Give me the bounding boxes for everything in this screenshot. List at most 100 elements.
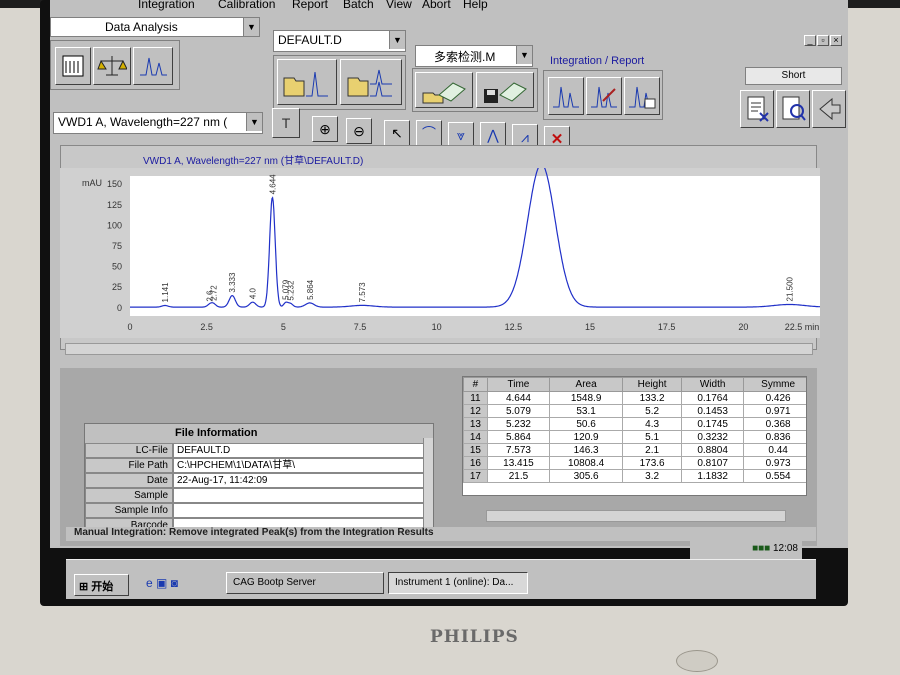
table-row[interactable]: 11 4.644 1548.9 133.2 0.1764 0.426 xyxy=(463,391,806,405)
column-header[interactable]: Time xyxy=(486,377,551,392)
report-style-field[interactable]: Short xyxy=(745,67,842,85)
menu-batch[interactable]: Batch xyxy=(343,0,374,11)
ie-icon[interactable]: e xyxy=(146,576,153,590)
column-header[interactable]: # xyxy=(463,377,488,392)
load-signal-button[interactable] xyxy=(277,59,337,105)
table-row[interactable]: 17 21.5 305.6 3.2 1.1832 0.554 xyxy=(463,469,806,483)
y-tick-label: 50 xyxy=(112,262,122,272)
integrate-button[interactable] xyxy=(548,77,584,115)
edit-integration-button[interactable] xyxy=(586,77,622,115)
channel-icon[interactable]: ◙ xyxy=(171,576,178,590)
file-info-row: Date 22-Aug-17, 11:42:09 xyxy=(85,473,425,488)
chart-scrollbar[interactable] xyxy=(65,343,813,355)
calibration-view-button[interactable] xyxy=(93,47,131,85)
select-tool-button[interactable]: ↖ xyxy=(384,120,410,146)
file-info-key: LC-File xyxy=(85,443,173,458)
x-tick-label: 2.5 xyxy=(200,322,213,332)
load-method-button[interactable] xyxy=(415,72,473,108)
print-preview-button[interactable] xyxy=(776,90,810,128)
method-run-view-button[interactable] xyxy=(55,47,91,85)
table-cell: 1.1832 xyxy=(681,469,745,483)
file-info-value[interactable]: DEFAULT.D xyxy=(173,443,425,458)
peak-label: 5.864 xyxy=(306,279,315,300)
menu-integration[interactable]: Integration xyxy=(138,0,195,11)
table-cell: 15 xyxy=(463,443,488,457)
peak-table-scrollbar[interactable] xyxy=(486,510,786,522)
peak-table: # Time Area Height Width Symme 11 4.644 1548.9 1… xyxy=(462,376,807,496)
chevron-down-icon: ▼ xyxy=(243,18,259,36)
method-file-group xyxy=(412,68,538,112)
folder-multi-signal-icon xyxy=(347,69,392,97)
taskbar-item-bootp[interactable]: CAG Bootp Server xyxy=(226,572,384,594)
close-icon[interactable]: × xyxy=(830,35,842,46)
manual-integration-button[interactable] xyxy=(624,77,660,115)
table-cell: 2.1 xyxy=(622,443,683,457)
column-header[interactable]: Height xyxy=(622,377,683,392)
taskbar-item-instrument[interactable]: Instrument 1 (online): Da... xyxy=(388,572,528,594)
quick-launch[interactable]: e ▣ ◙ xyxy=(146,576,178,590)
balance-icon xyxy=(97,56,127,76)
table-cell: 13.415 xyxy=(486,456,551,470)
column-header[interactable]: Width xyxy=(681,377,745,392)
menu-abort[interactable]: Abort xyxy=(422,0,451,11)
y-axis-label: mAU xyxy=(82,178,102,188)
table-cell: 5.864 xyxy=(486,430,551,444)
report-setup-button[interactable] xyxy=(740,90,774,128)
file-info-row: Sample xyxy=(85,488,425,503)
draw-baseline-button[interactable]: ⌒ xyxy=(416,120,442,146)
chevron-down-icon: ▼ xyxy=(389,31,405,49)
report-style-value: Short xyxy=(781,70,806,81)
signal-select[interactable]: VWD1 A, Wavelength=227 nm ( ▼ xyxy=(53,112,263,134)
table-row[interactable]: 14 5.864 120.9 5.1 0.3232 0.836 xyxy=(463,430,806,444)
table-row[interactable]: 13 5.232 50.6 4.3 0.1745 0.368 xyxy=(463,417,806,431)
chevron-down-icon: ▼ xyxy=(246,113,262,131)
export-button[interactable] xyxy=(812,90,846,128)
file-info-value[interactable] xyxy=(173,503,425,518)
integration-report-label: Integration / Report xyxy=(550,55,645,67)
menu-report[interactable]: Report xyxy=(292,0,328,11)
column-header[interactable]: Symme xyxy=(743,377,806,392)
method2-select[interactable]: 多索检测.M ▼ xyxy=(415,45,533,67)
zoom-out-button[interactable]: ⊖ xyxy=(346,118,372,144)
text-tool-icon: T xyxy=(281,115,291,131)
file-info-value[interactable]: C:\HPCHEM\1\DATA\甘草\ xyxy=(173,458,425,473)
peak-label: 4.644 xyxy=(268,174,277,195)
peak-label: 4.0 xyxy=(249,288,258,300)
view-select[interactable]: Data Analysis ▼ xyxy=(50,17,260,37)
file-info-value[interactable] xyxy=(173,488,425,503)
y-tick-label: 75 xyxy=(112,241,122,251)
table-cell: 4.3 xyxy=(622,417,683,431)
chromatogram-plot[interactable]: mAU 150 125 100 75 50 25 0 0 2.5 5 7.5 10 12.5 15 17.… xyxy=(60,168,820,338)
zoom-in-button[interactable]: ⊕ xyxy=(312,116,338,142)
load-multiple-signals-button[interactable] xyxy=(340,59,402,105)
file-info-value[interactable]: 22-Aug-17, 11:42:09 xyxy=(173,473,425,488)
menu-view[interactable]: View xyxy=(386,0,412,11)
table-cell: 7.573 xyxy=(486,443,551,457)
desktop-icon[interactable]: ▣ xyxy=(156,576,167,590)
table-row[interactable]: 16 13.415 10808.4 173.6 0.8107 0.973 xyxy=(463,456,806,470)
menu-calibration[interactable]: Calibration xyxy=(218,0,275,11)
start-button[interactable]: ⊞ 开始 xyxy=(74,574,129,596)
table-row[interactable]: 12 5.079 53.1 5.2 0.1453 0.971 xyxy=(463,404,806,418)
table-cell: 5.232 xyxy=(486,417,551,431)
table-cell: 3.2 xyxy=(622,469,683,483)
restore-icon[interactable]: ▫ xyxy=(817,35,829,46)
method-select[interactable]: DEFAULT.D ▼ xyxy=(273,30,406,52)
annotate-button[interactable]: T xyxy=(272,108,300,138)
column-header[interactable]: Area xyxy=(549,377,624,392)
minimize-icon[interactable]: _ xyxy=(804,35,816,46)
table-cell: 0.1453 xyxy=(681,404,745,418)
data-analysis-view-button[interactable] xyxy=(133,47,173,85)
save-method-button[interactable] xyxy=(476,72,534,108)
menu-help[interactable]: Help xyxy=(463,0,488,11)
table-row[interactable]: 15 7.573 146.3 2.1 0.8804 0.44 xyxy=(463,443,806,457)
file-info-key: Date xyxy=(85,473,173,488)
file-info-scrollbar[interactable] xyxy=(423,438,433,528)
save-method-icon xyxy=(484,82,527,103)
table-cell: 133.2 xyxy=(622,391,683,405)
philips-logo: PHILIPS xyxy=(430,627,519,647)
x-tick-label: 20 xyxy=(738,322,748,332)
x-tick-label: 10 xyxy=(432,322,442,332)
manual-integration-icon xyxy=(629,86,656,109)
power-button[interactable] xyxy=(676,650,718,672)
